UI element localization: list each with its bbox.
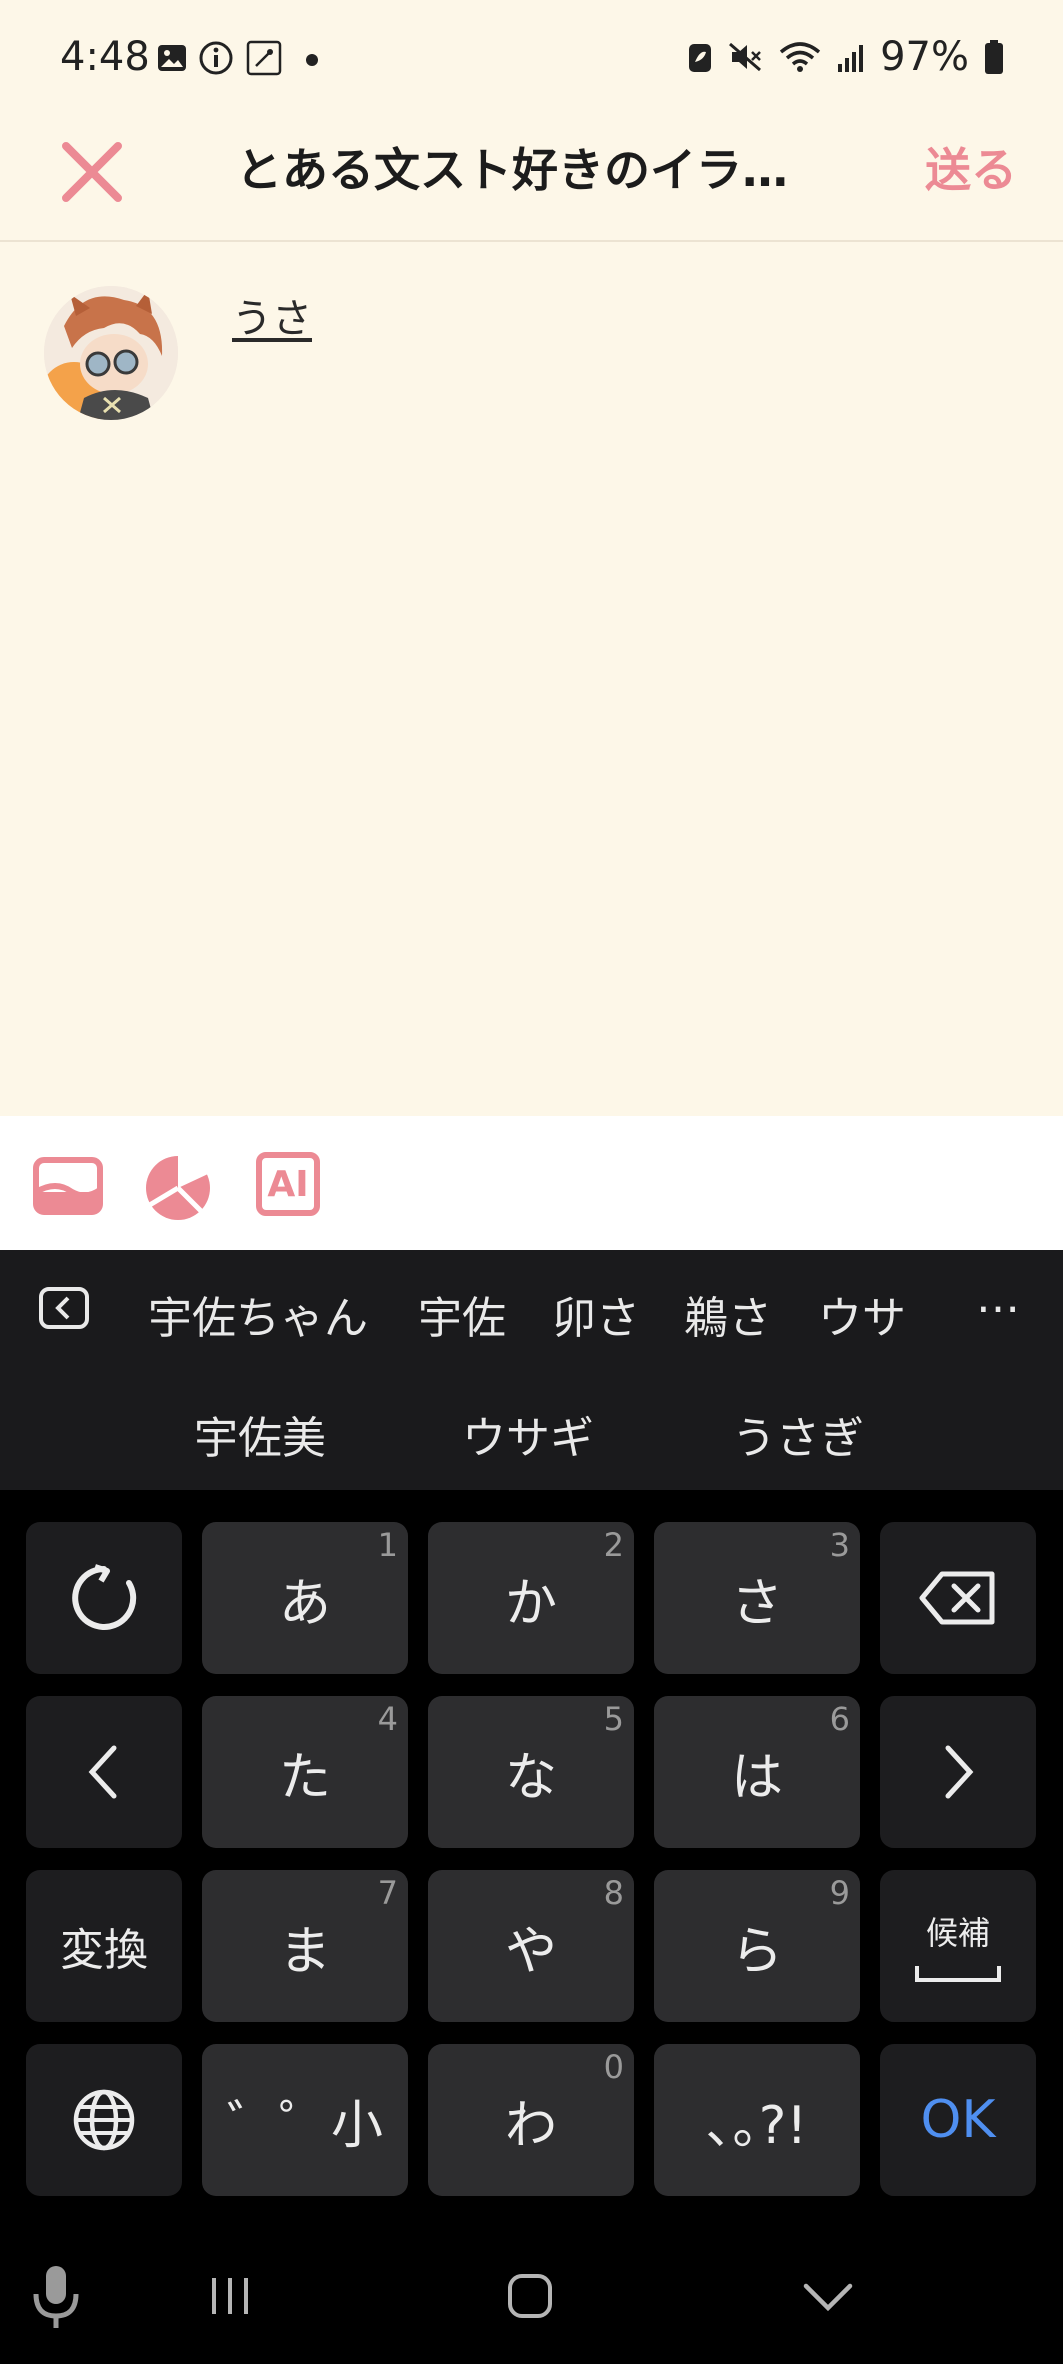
key-dakuten[interactable]: ゛゜小 [202,2044,408,2196]
japanese-keyboard: 宇佐ちゃん 宇佐 卯さ 鵜さ ウサ … 宇佐美 ウサギ うさぎ あ 1 か 2 … [0,1250,1063,2364]
image-icon [158,45,186,71]
undo-key[interactable] [26,1522,182,1674]
key-label: 候補 [925,1914,990,1952]
key-label: ま [278,1921,331,1982]
battery-icon [985,40,1003,74]
key-number: 2 [603,1526,624,1564]
key-ya[interactable]: や 8 [428,1870,634,2022]
cursor-right-key[interactable] [880,1696,1036,1848]
candidate-item[interactable]: 鵜さ [684,1282,772,1346]
candidate-item[interactable]: ウサ [818,1282,906,1346]
ai-icon-label: AI [267,1163,309,1205]
language-key[interactable] [26,2044,182,2196]
dot-icon [306,54,318,66]
space-icon [915,1966,1001,1982]
key-label: 変換 [60,1925,148,1976]
ok-key[interactable]: OK [880,2044,1036,2196]
wifi-icon [779,42,821,72]
key-label: OK [920,2090,996,2150]
cursor-left-key[interactable] [26,1696,182,1848]
signal-icon [838,45,864,72]
key-label: ら [730,1921,783,1982]
app-icon [246,40,282,76]
chevron-right-icon [945,1745,974,1799]
key-ta[interactable]: た 4 [202,1696,408,1848]
key-label: や [504,1921,557,1982]
key-number: 8 [603,1874,624,1912]
key-label: ゛゜小 [226,2095,383,2156]
candidate-item[interactable]: 宇佐ちゃん [148,1282,368,1346]
author-name[interactable]: うさ [232,286,312,344]
more-candidates-button[interactable]: … [976,1272,1020,1323]
avatar-illustration [44,286,178,420]
info-icon [199,41,233,75]
key-ra[interactable]: ら 9 [654,1870,860,2022]
key-number: 4 [377,1700,398,1738]
chevron-left-icon [88,1745,117,1799]
key-label: か [504,1573,557,1634]
key-number: 1 [377,1526,398,1564]
backspace-key[interactable] [880,1522,1036,1674]
chevron-down-icon[interactable] [796,2264,860,2328]
key-ka[interactable]: か 2 [428,1522,634,1674]
home-icon[interactable] [498,2264,562,2328]
poll-icon[interactable] [142,1150,214,1222]
chevron-left-icon[interactable] [38,1286,90,1330]
key-number: 5 [603,1700,624,1738]
status-right: 97% [686,34,1005,80]
page-title: とある文スト好きのイラ… [236,143,788,197]
system-nav-bar [0,2230,1063,2364]
key-label: は [730,1747,783,1808]
recent-apps-icon[interactable] [198,2264,262,2328]
candidate-item[interactable]: 宇佐美 [194,1402,326,1466]
key-label: あ [278,1573,331,1634]
candidate-item[interactable]: 宇佐 [418,1282,506,1346]
candidate-row-2: 宇佐美 ウサギ うさぎ [0,1370,1063,1480]
key-label: た [278,1747,331,1808]
candidate-item[interactable]: うさぎ [732,1402,864,1466]
key-label: さ [730,1573,783,1634]
send-button[interactable]: 送る [925,134,1017,200]
key-ma[interactable]: ま 7 [202,1870,408,2022]
key-number: 7 [377,1874,398,1912]
key-label: ､｡?! [706,2095,808,2156]
candidate-row-1: 宇佐ちゃん 宇佐 卯さ 鵜さ ウサ … [0,1250,1063,1360]
ai-icon[interactable]: AI [256,1152,320,1216]
post-compose-screen: 4:48 97% とある文スト好きのイラ… 送る うさ AI [0,0,1063,1250]
kouho-key[interactable]: 候補 [880,1870,1036,2022]
battery-percent: 97% [880,34,969,80]
key-sa[interactable]: さ 3 [654,1522,860,1674]
key-label: わ [504,2095,557,2156]
key-na[interactable]: な 5 [428,1696,634,1848]
key-label: な [504,1747,557,1808]
status-time: 4:48 [60,34,150,80]
key-number: 0 [603,2048,624,2086]
compose-header: とある文スト好きのイラ… 送る [0,110,1063,242]
image-icon[interactable] [32,1152,104,1220]
undo-icon [72,1564,137,1630]
mute-icon [729,42,762,72]
candidate-item[interactable]: 卯さ [552,1282,640,1346]
battery-saver-icon [689,44,712,72]
henkan-key[interactable]: 変換 [26,1870,182,2022]
candidate-item[interactable]: ウサギ [462,1402,594,1466]
microphone-icon[interactable] [26,2262,86,2332]
key-number: 3 [829,1526,850,1564]
close-icon[interactable] [52,132,132,212]
key-number: 9 [829,1874,850,1912]
key-number: 6 [829,1700,850,1738]
compose-toolbar: AI [0,1116,1063,1250]
key-punctuation[interactable]: ､｡?! [654,2044,860,2196]
key-wa[interactable]: わ 0 [428,2044,634,2196]
status-bar: 4:48 97% [0,0,1063,120]
globe-icon [73,2089,135,2151]
avatar[interactable] [44,286,178,420]
key-ha[interactable]: は 6 [654,1696,860,1848]
backspace-icon [919,1571,995,1625]
key-a[interactable]: あ 1 [202,1522,408,1674]
